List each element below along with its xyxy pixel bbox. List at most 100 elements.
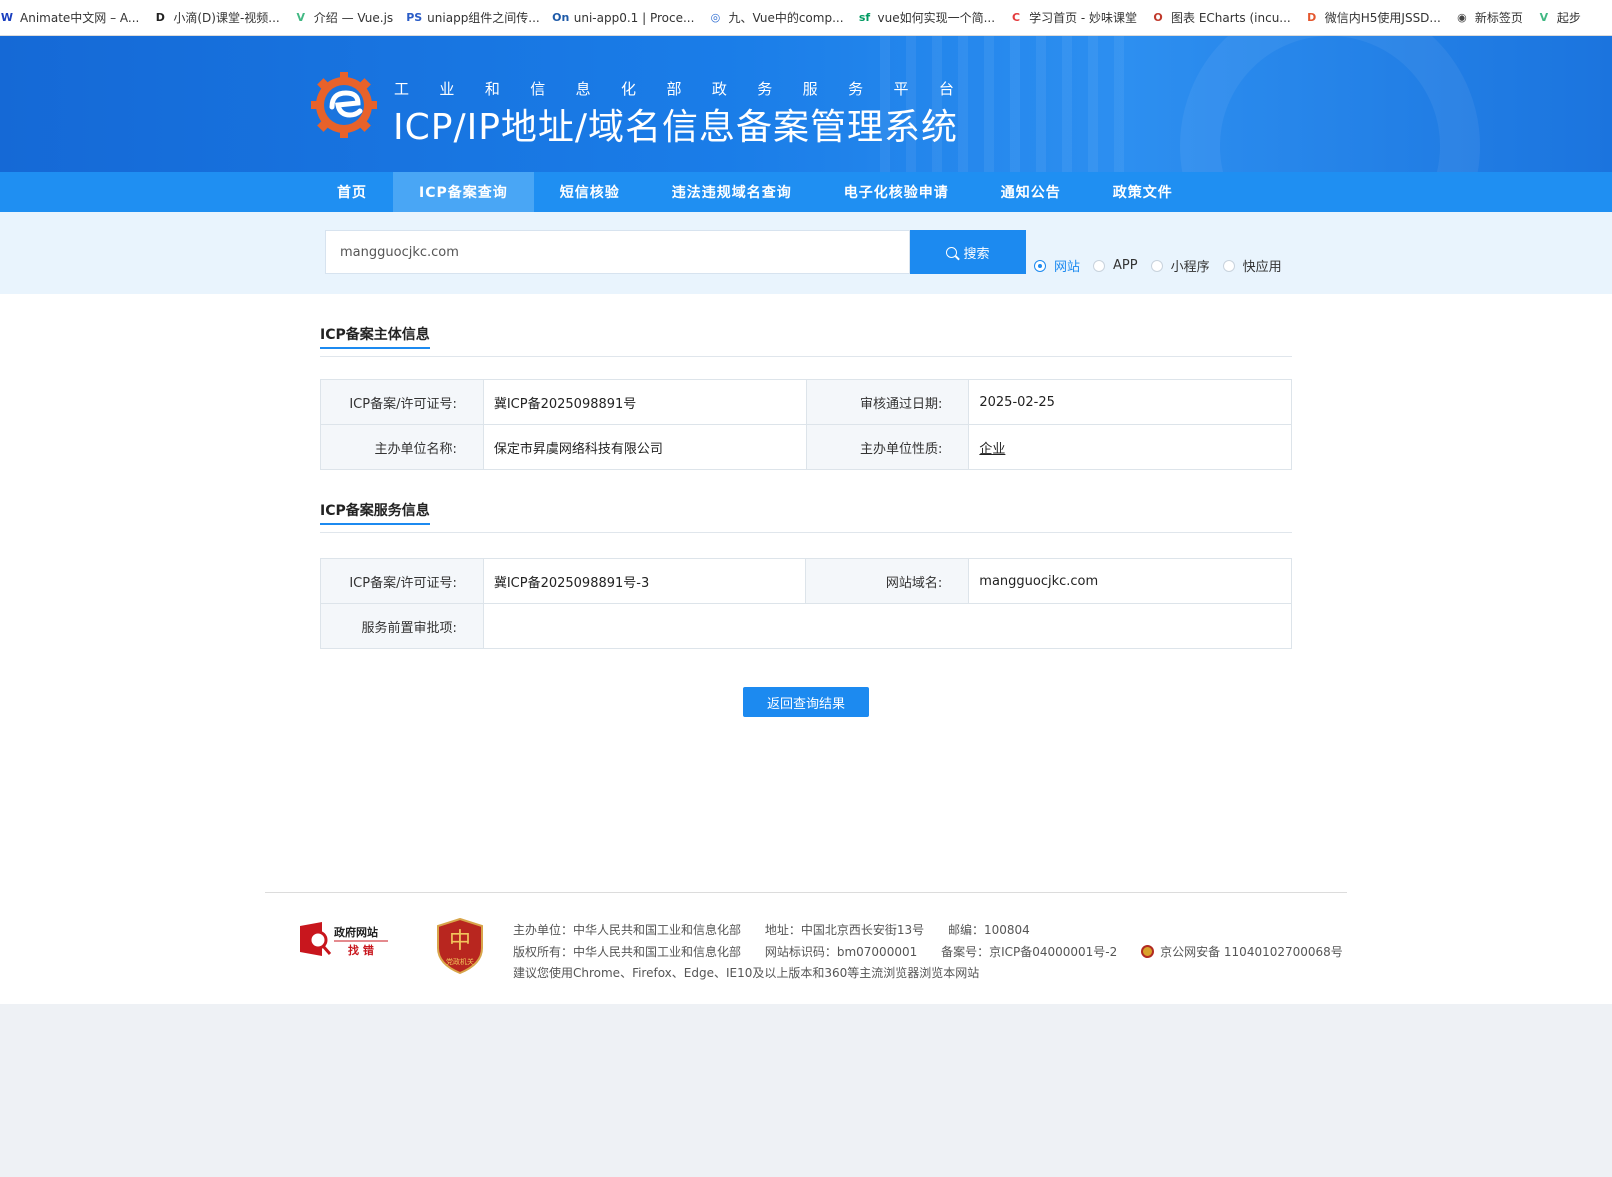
gov-logo-text1: 政府网站 — [334, 925, 378, 939]
footer-police-link[interactable]: 京公网安备 11040102700068号 — [1141, 945, 1343, 959]
nav-item[interactable]: 首页 — [311, 172, 393, 212]
search-button-label: 搜索 — [963, 246, 990, 262]
org-name-label: 主办单位名称: — [320, 424, 484, 470]
bookmark-label: 介绍 — Vue.js — [313, 11, 394, 25]
search-type-radio[interactable]: APP — [1093, 258, 1138, 273]
subtitle-char: 务 — [848, 80, 864, 98]
radio-label: 小程序 — [1170, 260, 1210, 275]
bookmark-favicon-icon: sf — [858, 11, 871, 24]
section-divider — [320, 532, 1292, 533]
bookmark-favicon-icon: On — [552, 11, 570, 24]
banner-decoration-circle — [1180, 36, 1480, 172]
radio-dot-icon — [1150, 259, 1163, 272]
nav-item[interactable]: 通知公告 — [975, 172, 1087, 212]
license-label: ICP备案/许可证号: — [320, 379, 484, 425]
service-info-table: ICP备案/许可证号: 冀ICP备2025098891号-3 网站域名: man… — [320, 558, 1293, 649]
subtitle-char: 务 — [757, 80, 773, 98]
bookmark-item[interactable]: ◉ 新标签页 — [1455, 9, 1523, 26]
bookmark-item[interactable]: ◎ 九、Vue中的comp... — [708, 9, 844, 26]
service-info-title: ICP备案服务信息 — [320, 503, 430, 519]
subtitle-char: 化 — [621, 80, 637, 98]
radio-label: 网站 — [1054, 260, 1081, 275]
bookmark-favicon-icon: V — [296, 11, 305, 24]
search-input[interactable] — [325, 230, 910, 274]
footer-icp-link[interactable]: 备案号：京ICP备04000001号-2 — [941, 945, 1117, 959]
footer-line-2: 版权所有：中华人民共和国工业和信息化部 网站标识码：bm07000001 备案号… — [513, 943, 1363, 960]
header-subtitle: 工业和信息化部政务服务平台 — [394, 78, 954, 99]
bookmark-label: uni-app0.1 | Proce... — [573, 10, 695, 25]
bookmark-favicon-icon: ◉ — [1457, 11, 1467, 24]
bookmark-item[interactable]: V 起步 — [1537, 9, 1581, 26]
preapproval-value — [482, 603, 1293, 649]
bookmark-item[interactable]: C 学习首页 - 妙味课堂 — [1009, 9, 1137, 26]
search-type-radio[interactable]: 快应用 — [1222, 256, 1282, 275]
bookmark-item[interactable]: V 介绍 — Vue.js — [294, 9, 393, 26]
bookmark-item[interactable]: PS uniapp组件之间传... — [406, 9, 540, 26]
footer-line-1: 主办单位：中华人民共和国工业和信息化部 地址：中国北京西长安街13号 邮编：10… — [513, 921, 1050, 938]
police-badge-icon — [1141, 945, 1155, 958]
bookmark-favicon-icon: W — [0, 11, 14, 24]
bookmark-item[interactable]: O 图表 ECharts (incu... — [1151, 9, 1290, 26]
main-content: ICP备案主体信息 ICP备案/许可证号: 冀ICP备2025098891号 审… — [0, 294, 1612, 1004]
subject-info-underline — [320, 347, 430, 349]
section-divider — [320, 356, 1292, 357]
gov-logo-text2: 找 错 — [348, 943, 374, 957]
bookmark-favicon-icon: O — [1153, 11, 1163, 24]
header-banner: 工 业 和 信 息 化 部 政 务 服 务 平 台 ICP/IP地址/域名信息备案管理系统 — [0, 36, 1612, 172]
domain-label: 网站域名: — [805, 558, 970, 604]
search-button[interactable]: 搜索 — [910, 230, 1026, 274]
bookmark-label: uniapp组件之间传... — [427, 11, 540, 25]
nav-item[interactable]: 短信核验 — [534, 172, 646, 212]
org-name-value: 保定市昇虞网络科技有限公司 — [482, 424, 807, 470]
svg-text:中: 中 — [449, 929, 471, 954]
subtitle-char: 业 — [439, 80, 455, 98]
radio-dot-icon — [1222, 259, 1235, 272]
bookmark-favicon-icon: ◎ — [710, 11, 721, 24]
footer-site-id: 网站标识码：bm07000001 — [764, 945, 918, 959]
bookmark-favicon-icon: D — [1307, 11, 1317, 24]
radio-dot-icon — [1034, 259, 1046, 272]
miit-logo-icon — [311, 72, 377, 138]
party-logo-text: 党政机关 — [446, 957, 474, 966]
preapproval-label: 服务前置审批项: — [320, 603, 484, 649]
bookmark-favicon-icon: D — [155, 11, 165, 24]
bookmark-label: 新标签页 — [1474, 11, 1523, 25]
service-license-label: ICP备案/许可证号: — [320, 558, 484, 604]
bookmark-item[interactable]: On uni-app0.1 | Proce... — [552, 10, 695, 25]
domain-value: mangguocjkc.com — [968, 558, 1292, 604]
search-type-radio[interactable]: 网站 — [1034, 256, 1080, 275]
footer-host: 主办单位：中华人民共和国工业和信息化部 — [513, 923, 742, 937]
gov-site-error-report-icon[interactable]: 政府网站 找 错 — [298, 920, 390, 960]
main-nav: 首页 ICP备案查询 短信核验 违法违规域名查询 电子化核验申请 通知公告 政策文件 — [0, 172, 1612, 212]
bookmark-item[interactable]: D 微信内H5使用JSSD... — [1305, 9, 1441, 26]
table-row: 服务前置审批项: — [320, 603, 1293, 649]
bookmark-label: vue如何实现一个简... — [877, 11, 996, 25]
footer-postcode: 邮编：100804 — [947, 923, 1030, 937]
party-gov-badge-icon[interactable]: 中 党政机关 — [436, 918, 484, 974]
back-to-results-button[interactable]: 返回查询结果 — [743, 687, 869, 717]
bookmark-item[interactable]: W Animate中文网 – A... — [0, 9, 139, 26]
nav-item[interactable]: 电子化核验申请 — [818, 172, 975, 212]
subtitle-char: 平 — [893, 80, 909, 98]
subject-info-title: ICP备案主体信息 — [320, 327, 430, 343]
subtitle-char: 部 — [666, 80, 682, 98]
bookmark-item[interactable]: sf vue如何实现一个简... — [858, 9, 996, 26]
approve-date-value: 2025-02-25 — [968, 379, 1292, 425]
subtitle-char: 政 — [711, 80, 727, 98]
search-type-group: 网站 APP 小程序 快应用 — [1034, 256, 1295, 275]
subtitle-char: 工 — [394, 80, 410, 98]
license-value: 冀ICP备2025098891号 — [482, 379, 807, 425]
nav-item[interactable]: 违法违规域名查询 — [646, 172, 818, 212]
radio-dot-icon — [1093, 259, 1106, 272]
bookmark-label: 起步 — [1556, 11, 1581, 25]
radio-label: APP — [1113, 258, 1138, 273]
nav-item[interactable]: ICP备案查询 — [393, 172, 534, 212]
bookmark-label: 学习首页 - 妙味课堂 — [1029, 11, 1138, 25]
nav-item[interactable]: 政策文件 — [1087, 172, 1199, 212]
search-type-radio[interactable]: 小程序 — [1150, 256, 1210, 275]
footer-browser-tip: 建议您使用Chrome、Firefox、Edge、IE10及以上版本和360等主… — [513, 966, 980, 980]
bookmark-item[interactable]: D 小滴(D)课堂-视频... — [153, 9, 280, 26]
system-title: ICP/IP地址/域名信息备案管理系统 — [393, 107, 959, 148]
footer-copyright: 版权所有：中华人民共和国工业和信息化部 — [513, 945, 742, 959]
bookmark-favicon-icon: C — [1012, 11, 1021, 24]
